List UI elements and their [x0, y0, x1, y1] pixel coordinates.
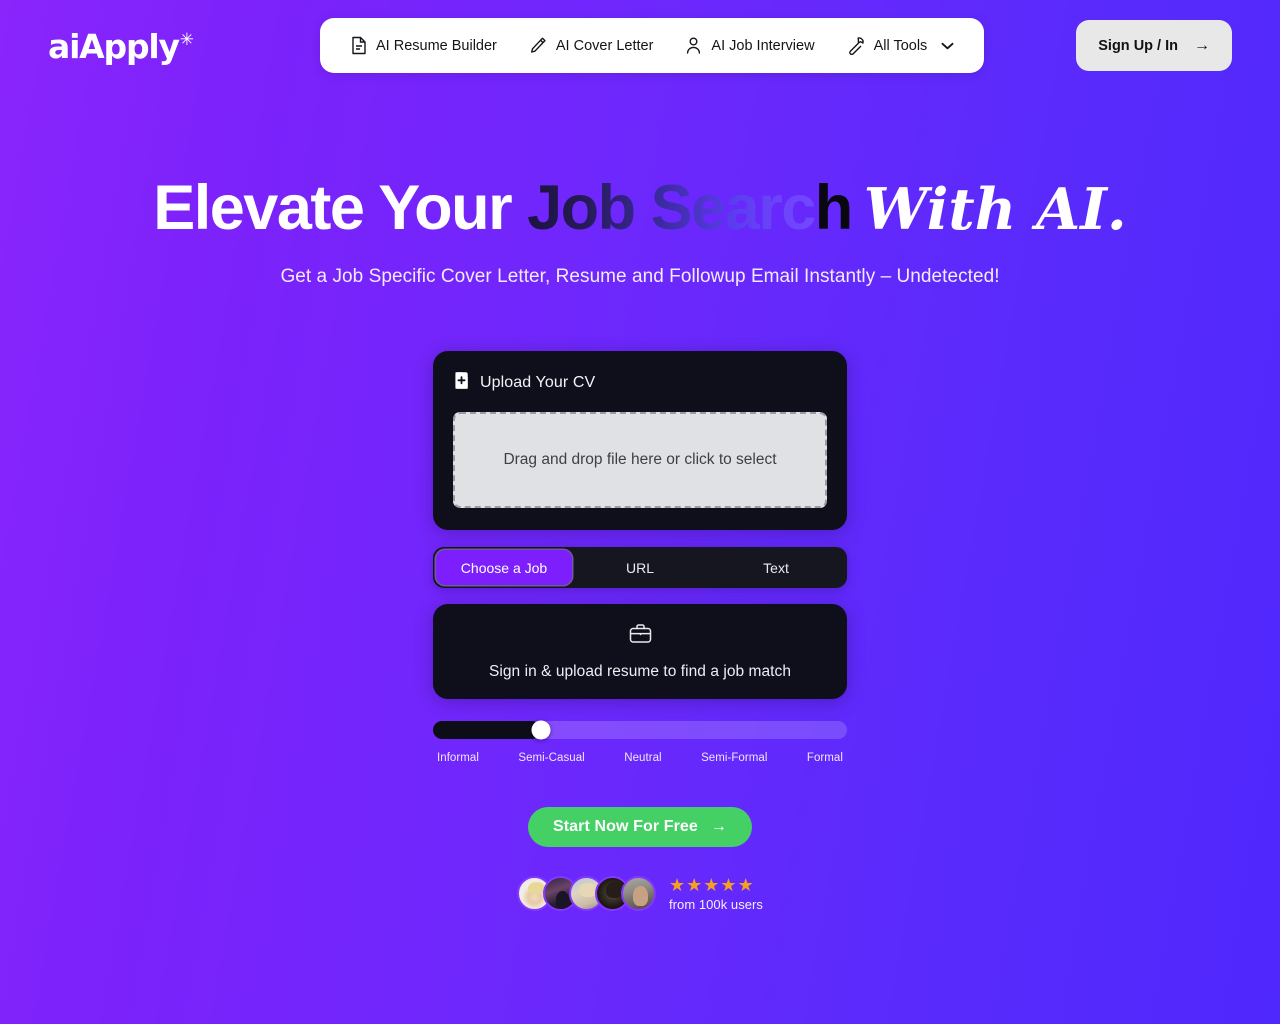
tone-slider: Informal Semi-Casual Neutral Semi-Formal…	[433, 720, 847, 764]
cv-widget: Upload Your CV Drag and drop file here o…	[433, 351, 847, 912]
page-subtitle: Get a Job Specific Cover Letter, Resume …	[280, 266, 1000, 288]
hero-section: Elevate Your Job Search With AI. Get a Jo…	[0, 174, 1280, 288]
page-title: Elevate Your Job Search With AI.	[0, 174, 1280, 242]
person-icon	[685, 36, 702, 55]
tab-choose-a-job[interactable]: Choose a Job	[436, 550, 572, 586]
logo[interactable]: aiApply ✳	[48, 26, 194, 66]
tab-label: Choose a Job	[460, 559, 548, 576]
arrow-right-icon: →	[1194, 36, 1210, 54]
main-navigation: AI Resume Builder AI Cover Letter AI Job…	[320, 18, 985, 73]
tone-slider-fill	[433, 721, 541, 740]
site-header: aiApply ✳ AI Resume Builder AI Cover Let…	[0, 0, 1280, 92]
arrow-right-icon: →	[710, 818, 728, 836]
nav-label: All Tools	[873, 37, 928, 54]
tone-label-semi-casual[interactable]: Semi-Casual	[518, 752, 584, 764]
upload-cv-card: Upload Your CV Drag and drop file here o…	[433, 351, 847, 531]
headline-part-dark: h	[814, 173, 853, 243]
file-dropzone[interactable]: Drag and drop file here or click to sele…	[453, 412, 827, 509]
briefcase-icon	[628, 622, 653, 650]
headline-part-script: With AI.	[863, 176, 1127, 243]
avatar-group	[517, 876, 657, 912]
tab-label: URL	[625, 559, 654, 576]
job-match-panel[interactable]: Sign in & upload resume to find a job ma…	[433, 604, 847, 700]
headline-part-white: Elevate Your	[153, 173, 528, 243]
social-proof: ★★★★★ from 100k users	[433, 876, 847, 912]
nav-item-ai-resume-builder[interactable]: AI Resume Builder	[334, 18, 513, 73]
tone-label-informal[interactable]: Informal	[437, 752, 479, 764]
dropzone-label: Drag and drop file here or click to sele…	[503, 451, 777, 469]
pen-icon	[529, 36, 547, 55]
headline-part-gradient: Job Searc	[527, 173, 816, 243]
job-match-text: Sign in & upload resume to find a job ma…	[489, 663, 791, 681]
star-rating-icon: ★★★★★	[669, 875, 755, 896]
nav-label: AI Resume Builder	[376, 37, 497, 54]
nav-label: AI Job Interview	[711, 37, 815, 54]
tab-url[interactable]: URL	[572, 550, 708, 585]
document-icon	[350, 36, 367, 55]
tab-text[interactable]: Text	[708, 550, 844, 585]
nav-label: AI Cover Letter	[555, 37, 654, 54]
tone-slider-thumb[interactable]	[531, 720, 551, 740]
cta-label: Start Now For Free	[552, 818, 698, 836]
avatar	[621, 876, 657, 912]
sign-up-in-label: Sign Up / In	[1098, 37, 1178, 54]
wrench-icon	[847, 36, 865, 55]
nav-item-all-tools[interactable]: All Tools	[831, 18, 971, 73]
rating-caption: from 100k users	[669, 896, 763, 912]
upload-card-header: Upload Your CV	[453, 371, 827, 395]
tone-label-neutral[interactable]: Neutral	[624, 752, 661, 764]
file-plus-icon	[453, 371, 470, 395]
tone-slider-track[interactable]	[433, 720, 847, 740]
start-now-for-free-button[interactable]: Start Now For Free →	[527, 807, 753, 848]
logo-text: aiApply	[48, 26, 180, 66]
tone-slider-labels: Informal Semi-Casual Neutral Semi-Formal…	[433, 752, 847, 764]
tab-label: Text	[763, 559, 789, 576]
job-source-tabs: Choose a Job URL Text	[433, 547, 847, 589]
upload-card-title: Upload Your CV	[480, 374, 596, 392]
rating-block: ★★★★★ from 100k users	[669, 876, 763, 912]
nav-item-ai-cover-letter[interactable]: AI Cover Letter	[513, 18, 670, 73]
sparkle-icon: ✳	[179, 29, 194, 50]
nav-item-ai-job-interview[interactable]: AI Job Interview	[669, 18, 830, 73]
sign-up-in-button[interactable]: Sign Up / In →	[1076, 20, 1232, 71]
tone-label-semi-formal[interactable]: Semi-Formal	[701, 752, 767, 764]
tone-label-formal[interactable]: Formal	[807, 752, 843, 764]
chevron-down-icon	[941, 42, 954, 50]
cta-container: Start Now For Free →	[433, 807, 847, 848]
